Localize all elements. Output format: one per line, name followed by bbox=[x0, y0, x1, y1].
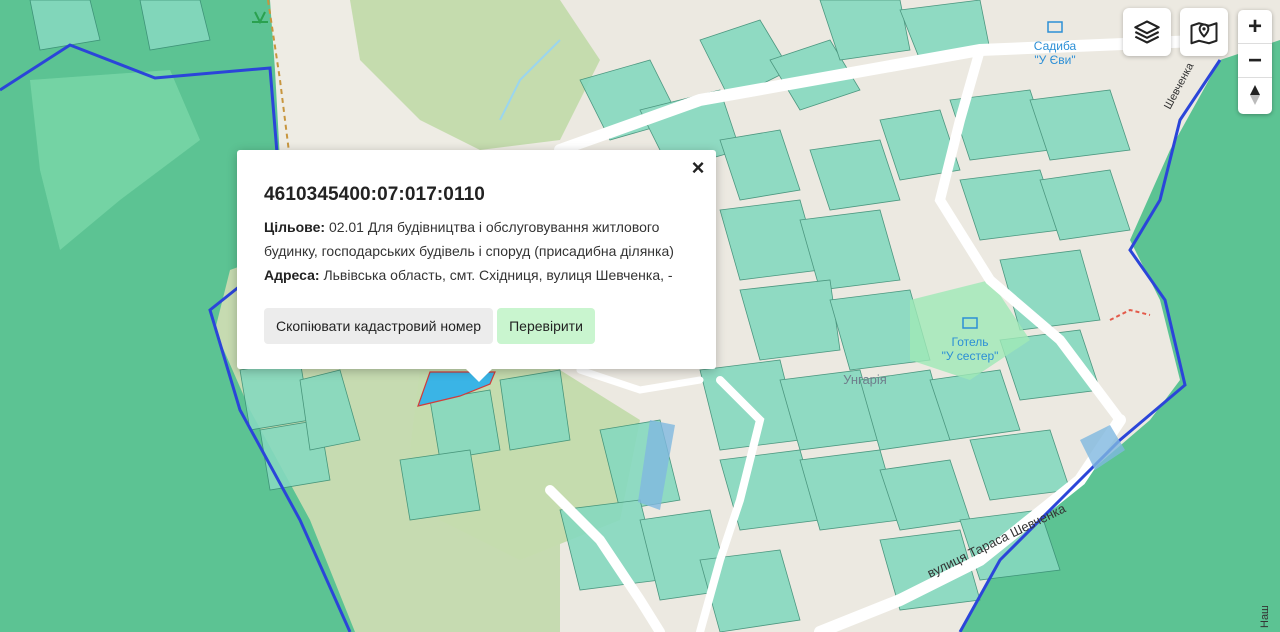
zoom-out-button[interactable]: − bbox=[1238, 44, 1272, 78]
label-sadyba: Садиба bbox=[1034, 39, 1077, 53]
map-pin-button[interactable] bbox=[1180, 8, 1228, 56]
layers-icon bbox=[1134, 20, 1160, 44]
label-area: Унгарія bbox=[843, 372, 887, 387]
copy-cadastral-button[interactable]: Скопіювати кадастровий номер bbox=[264, 308, 494, 344]
label-hotel: Готель bbox=[952, 335, 989, 349]
popup-tip bbox=[465, 368, 493, 382]
label-sadyba-sub: "У Єви" bbox=[1034, 53, 1075, 67]
parcel-popup: × 4610345400:07:017:0110 Цільове: 02.01 … bbox=[237, 150, 716, 382]
purpose-line: Цільове: 02.01 Для будівництва і обслуго… bbox=[264, 215, 689, 239]
address-line: Адреса: Львівська область, смт. Східниця… bbox=[264, 263, 689, 287]
compass-icon bbox=[1250, 85, 1260, 105]
zoom-in-button[interactable]: + bbox=[1238, 10, 1272, 44]
purpose-label: Цільове: bbox=[264, 219, 326, 235]
popup-actions: Скопіювати кадастровий номер Перевірити bbox=[264, 308, 689, 344]
map-pin-icon bbox=[1190, 22, 1218, 45]
compass-button[interactable] bbox=[1238, 78, 1272, 112]
cadastral-number: 4610345400:07:017:0110 bbox=[264, 184, 485, 205]
purpose-value: 02.01 Для будівництва і обслуговування ж… bbox=[328, 219, 660, 235]
label-street-edge: Наш bbox=[1259, 605, 1271, 628]
address-value: Львівська область, смт. Східниця, вулиця… bbox=[323, 267, 673, 283]
zoom-controls: + − bbox=[1238, 10, 1272, 114]
layers-button[interactable] bbox=[1123, 8, 1171, 56]
purpose-line-2: будинку, господарських будівель і споруд… bbox=[264, 243, 674, 259]
label-hotel-sub: "У сестер" bbox=[942, 349, 999, 363]
close-icon[interactable]: × bbox=[686, 156, 710, 180]
address-label: Адреса: bbox=[264, 267, 320, 283]
check-button[interactable]: Перевірити bbox=[497, 308, 595, 344]
